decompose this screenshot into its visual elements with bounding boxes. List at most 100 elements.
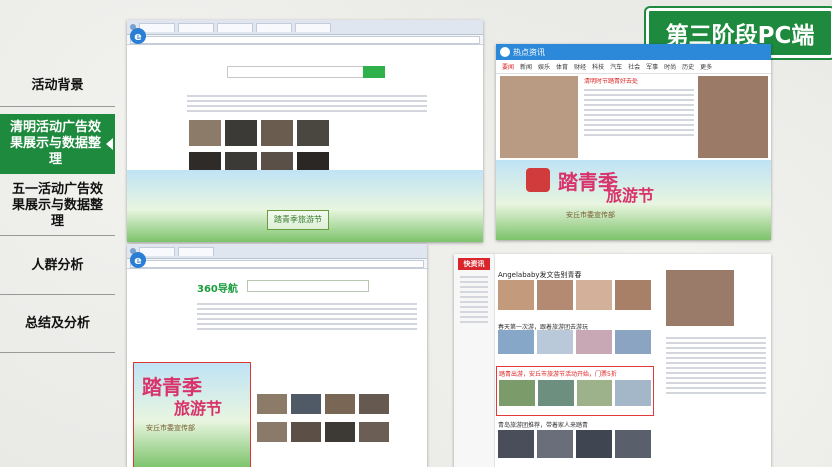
sidebar-item-summary[interactable]: 总结及分析 <box>0 296 115 353</box>
sidebar-item-audience[interactable]: 人群分析 <box>0 238 115 295</box>
news-image-right[interactable] <box>698 76 768 158</box>
search-button[interactable] <box>363 66 385 78</box>
news-headline[interactable]: Angelababy发文告别青春 <box>498 270 582 280</box>
sidebar-item-label: 总结及分析 <box>24 316 90 331</box>
site-logo[interactable]: 360导航 <box>197 280 238 295</box>
thumbnail <box>499 380 535 406</box>
ad-caption: 踏青出游，安丘市旅游节活动开始，门票5折 <box>499 371 617 378</box>
sidebar-item-label: 人群分析 <box>31 258 84 273</box>
ad-subtitle: 安丘市委宣传部 <box>566 211 615 219</box>
ad-title: 旅游节 <box>174 399 223 418</box>
thumbnail[interactable] <box>498 430 534 458</box>
ad-title: 旅游节 <box>606 186 655 205</box>
thumbnail[interactable] <box>498 330 534 354</box>
sidebar-item-label: 清明活动广告效果展示与数据整理 <box>9 120 101 167</box>
nav-item[interactable]: 军事 <box>646 62 658 71</box>
app-logo-icon <box>500 47 510 57</box>
thumbnail[interactable] <box>615 430 651 458</box>
thumbnail[interactable] <box>189 120 221 146</box>
nav-item[interactable]: 更多 <box>700 62 712 71</box>
thumbnail[interactable] <box>537 330 573 354</box>
ad-badge-icon <box>526 168 550 192</box>
address-bar <box>127 259 427 269</box>
left-nav: 快资讯 <box>454 254 495 467</box>
nav-item[interactable]: 要闻 <box>502 62 514 71</box>
thumbnail[interactable] <box>359 394 389 414</box>
browser-tab <box>295 22 331 32</box>
sidebar-item-wuyi[interactable]: 五一活动广告效果展示与数据整理 <box>0 176 115 236</box>
sidebar-item-label: 活动背景 <box>31 78 84 93</box>
thumbnail[interactable] <box>537 430 573 458</box>
thumbnail[interactable] <box>325 394 355 414</box>
browser-tabbar <box>127 244 427 259</box>
thumbnail[interactable] <box>291 394 321 414</box>
search-input[interactable] <box>227 66 379 78</box>
thumbnail[interactable] <box>576 280 612 310</box>
nav-item[interactable]: 新闻 <box>520 62 532 71</box>
ad-subtitle: 安丘市委宣传部 <box>146 424 195 432</box>
screenshot-top-right: 热点资讯 要闻 新闻 娱乐 体育 财经 科技 汽车 社会 军事 时尚 历史 更多… <box>496 44 771 240</box>
screenshot-bottom-right: 快资讯 Angelababy发文告别青春 春天第一次游，跟着旅游团去游玩 踏青出… <box>454 254 771 467</box>
news-nav: 要闻 新闻 娱乐 体育 财经 科技 汽车 社会 军事 时尚 历史 更多 <box>496 60 771 74</box>
photo-row <box>498 330 651 354</box>
photo-row <box>498 280 651 310</box>
photo-row <box>498 430 651 458</box>
ad-banner[interactable]: 踏青季 旅游节 安丘市委宣传部 <box>496 160 771 240</box>
thumbnail[interactable] <box>576 430 612 458</box>
ad-banner[interactable]: 踏青季 旅游节 安丘市委宣传部 <box>133 362 251 467</box>
thumbnail[interactable] <box>615 280 651 310</box>
thumbnail <box>576 380 613 406</box>
side-list <box>666 334 766 397</box>
thumbnail[interactable] <box>359 422 389 442</box>
thumbnail[interactable] <box>325 422 355 442</box>
news-headline[interactable]: 清明时节踏青好去处 <box>584 78 694 86</box>
browser-logo-icon: e <box>130 252 146 268</box>
browser-tab <box>139 22 175 32</box>
url-input[interactable] <box>130 259 424 268</box>
browser-tabbar <box>127 20 483 35</box>
ad-banner[interactable]: 踏青季旅游节 <box>127 170 483 242</box>
search-input[interactable] <box>247 280 369 292</box>
link-grid <box>187 92 427 115</box>
thumbnail[interactable] <box>257 422 287 442</box>
news-list: 清明时节踏青好去处 <box>584 78 694 139</box>
highlighted-ad[interactable]: 踏青出游，安丘市旅游节活动开始，门票5折 <box>496 366 654 416</box>
app-header: 热点资讯 <box>496 44 771 60</box>
browser-logo-icon: e <box>130 28 146 44</box>
thumbnail[interactable] <box>225 120 257 146</box>
news-thumbnails <box>257 394 417 442</box>
browser-tab <box>256 22 292 32</box>
thumbnail[interactable] <box>615 330 651 354</box>
browser-tab <box>178 22 214 32</box>
thumbnail[interactable] <box>291 422 321 442</box>
active-arrow-icon <box>106 138 113 150</box>
app-brand[interactable]: 快资讯 <box>458 258 490 270</box>
thumbnail <box>537 380 574 406</box>
thumbnail[interactable] <box>297 120 329 146</box>
side-image[interactable] <box>666 270 734 326</box>
thumbnail[interactable] <box>537 280 573 310</box>
nav-item[interactable]: 娱乐 <box>538 62 550 71</box>
news-caption[interactable]: 青岛旅游团推荐，带着家人来踏青 <box>498 420 588 429</box>
thumbnail[interactable] <box>498 280 534 310</box>
sidebar-item-qingming[interactable]: 清明活动广告效果展示与数据整理 <box>0 114 115 174</box>
nav-item[interactable]: 体育 <box>556 62 568 71</box>
nav-item[interactable]: 汽车 <box>610 62 622 71</box>
thumbnail[interactable] <box>576 330 612 354</box>
browser-tab <box>139 246 175 256</box>
news-image-left[interactable] <box>500 76 578 158</box>
nav-item[interactable]: 财经 <box>574 62 586 71</box>
sidebar-item-label: 五一活动广告效果展示与数据整理 <box>11 181 103 229</box>
nav-item[interactable]: 历史 <box>682 62 694 71</box>
sidebar-item-background[interactable]: 活动背景 <box>0 66 115 107</box>
thumbnail[interactable] <box>257 394 287 414</box>
ad-text: 踏青季旅游节 <box>267 210 329 230</box>
nav-item[interactable]: 时尚 <box>664 62 676 71</box>
thumbnail[interactable] <box>261 120 293 146</box>
nav-item[interactable]: 社会 <box>628 62 640 71</box>
nav-item[interactable]: 科技 <box>592 62 604 71</box>
screenshot-top-left: e 踏青季旅游节 <box>127 20 483 242</box>
thumbnail <box>615 380 651 406</box>
address-bar <box>127 35 483 45</box>
url-input[interactable] <box>130 35 480 44</box>
